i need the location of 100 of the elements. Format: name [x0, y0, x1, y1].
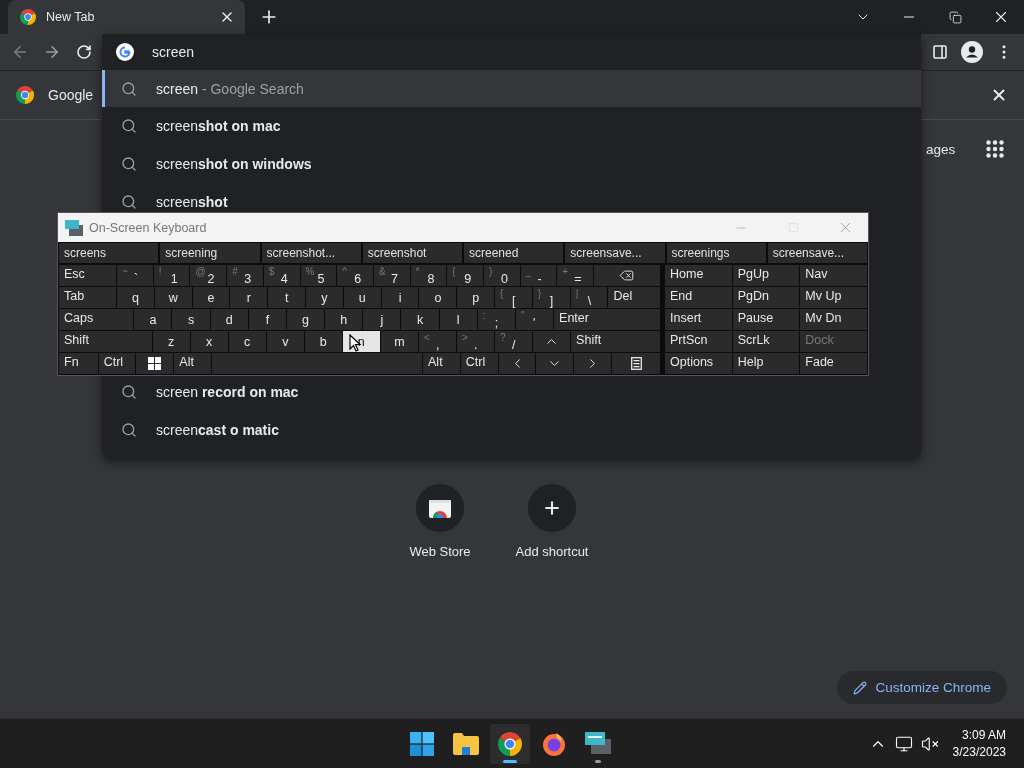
key[interactable]: u: [343, 287, 381, 308]
key[interactable]: ^ 6: [337, 265, 373, 286]
key[interactable]: j: [363, 309, 401, 330]
key[interactable]: Alt: [423, 353, 460, 374]
key[interactable]: e: [192, 287, 230, 308]
key[interactable]: : ;: [477, 309, 515, 330]
address-field[interactable]: screen: [152, 44, 552, 60]
key[interactable]: ScrLk: [732, 331, 800, 352]
key[interactable]: q: [117, 287, 154, 308]
key[interactable]: [612, 353, 660, 374]
prediction-key[interactable]: screens: [59, 243, 159, 263]
key[interactable]: k: [401, 309, 439, 330]
key[interactable]: p: [457, 287, 495, 308]
key[interactable]: Fn: [59, 353, 98, 374]
key[interactable]: ) 0: [483, 265, 520, 286]
prediction-key[interactable]: screenshot: [362, 243, 462, 263]
suggestion-row[interactable]: screenshot on windows: [102, 145, 921, 183]
key[interactable]: Pause: [732, 309, 800, 330]
suggestion-row[interactable]: screencast o matic: [102, 411, 921, 449]
key[interactable]: Tab: [59, 287, 117, 308]
key[interactable]: l: [439, 309, 477, 330]
key[interactable]: v: [266, 331, 304, 352]
suggestion-row[interactable]: screenshot on mac: [102, 107, 921, 145]
prediction-key[interactable]: screenings: [666, 243, 766, 263]
key[interactable]: PgUp: [732, 265, 800, 286]
key[interactable]: i: [381, 287, 419, 308]
add-shortcut-tile[interactable]: [528, 484, 576, 532]
key[interactable]: Ctrl: [460, 353, 498, 374]
key[interactable]: Alt: [174, 353, 212, 374]
key[interactable]: * 8: [410, 265, 447, 286]
key[interactable]: PrtScn: [665, 331, 732, 352]
prediction-key[interactable]: screensave...: [565, 243, 665, 263]
key[interactable]: ? /: [495, 331, 533, 352]
key[interactable]: } ]: [532, 287, 570, 308]
key[interactable]: Mv Up: [800, 287, 867, 308]
muted-speaker-icon[interactable]: [920, 734, 939, 753]
prediction-key[interactable]: screensave...: [767, 243, 867, 263]
key[interactable]: Ctrl: [98, 353, 136, 374]
key[interactable]: End: [665, 287, 732, 308]
key[interactable]: y: [306, 287, 343, 308]
key[interactable]: Fade: [800, 353, 867, 374]
key[interactable]: c: [228, 331, 266, 352]
key[interactable]: ~ `: [117, 265, 153, 286]
key[interactable]: Options: [665, 353, 732, 374]
key[interactable]: m: [380, 331, 418, 352]
shortcut-tile[interactable]: [416, 484, 464, 532]
taskbar-app[interactable]: [490, 723, 530, 764]
key[interactable]: Home: [665, 265, 732, 286]
prediction-key[interactable]: screenshot...: [261, 243, 361, 263]
key[interactable]: " ': [515, 309, 554, 330]
key[interactable]: Caps: [59, 309, 134, 330]
back-icon[interactable]: [11, 43, 29, 61]
reload-icon[interactable]: [76, 44, 92, 60]
key[interactable]: Shift: [571, 331, 660, 352]
key[interactable]: # 3: [227, 265, 263, 286]
key[interactable]: % 5: [300, 265, 337, 286]
side-panel-icon[interactable]: [932, 44, 948, 60]
key[interactable]: Shift: [59, 331, 152, 352]
key[interactable]: Enter: [554, 309, 660, 330]
key[interactable]: t: [268, 287, 306, 308]
prediction-key[interactable]: screening: [160, 243, 260, 263]
key[interactable]: Esc: [59, 265, 117, 286]
suggestion-row[interactable]: screen - Google Search: [102, 70, 921, 107]
key[interactable]: w: [154, 287, 192, 308]
key[interactable]: ! 1: [153, 265, 190, 286]
key[interactable]: Del: [608, 287, 660, 308]
customize-chrome-button[interactable]: Customize Chrome: [837, 671, 1007, 704]
key[interactable]: Insert: [665, 309, 732, 330]
key[interactable]: { [: [495, 287, 532, 308]
key[interactable]: b: [304, 331, 342, 352]
key[interactable]: z: [152, 331, 190, 352]
key[interactable]: Help: [732, 353, 800, 374]
key[interactable]: d: [210, 309, 248, 330]
key[interactable]: > .: [456, 331, 494, 352]
key[interactable]: | \: [570, 287, 608, 308]
key[interactable]: f: [248, 309, 286, 330]
suggestion-row[interactable]: screen record on mac: [102, 373, 921, 411]
key[interactable]: ( 9: [447, 265, 483, 286]
key[interactable]: _ -: [520, 265, 557, 286]
key[interactable]: Mv Dn: [800, 309, 867, 330]
key[interactable]: $ 4: [263, 265, 300, 286]
forward-icon[interactable]: [43, 43, 61, 61]
key[interactable]: o: [419, 287, 457, 308]
key[interactable]: r: [230, 287, 268, 308]
key[interactable]: s: [172, 309, 210, 330]
prediction-key[interactable]: screened: [464, 243, 564, 263]
images-link[interactable]: ages: [926, 141, 956, 157]
key[interactable]: Nav: [800, 265, 867, 286]
apps-grid-icon[interactable]: [986, 140, 1004, 158]
restore-icon[interactable]: [948, 10, 962, 24]
profile-icon[interactable]: [961, 41, 983, 63]
key[interactable]: a: [134, 309, 172, 330]
key[interactable]: + =: [557, 265, 593, 286]
key[interactable]: & 7: [373, 265, 410, 286]
browser-tab[interactable]: New Tab: [8, 0, 245, 34]
key[interactable]: h: [325, 309, 363, 330]
network-icon[interactable]: [894, 734, 913, 753]
key[interactable]: x: [190, 331, 228, 352]
key[interactable]: [136, 353, 174, 374]
key[interactable]: PgDn: [732, 287, 800, 308]
